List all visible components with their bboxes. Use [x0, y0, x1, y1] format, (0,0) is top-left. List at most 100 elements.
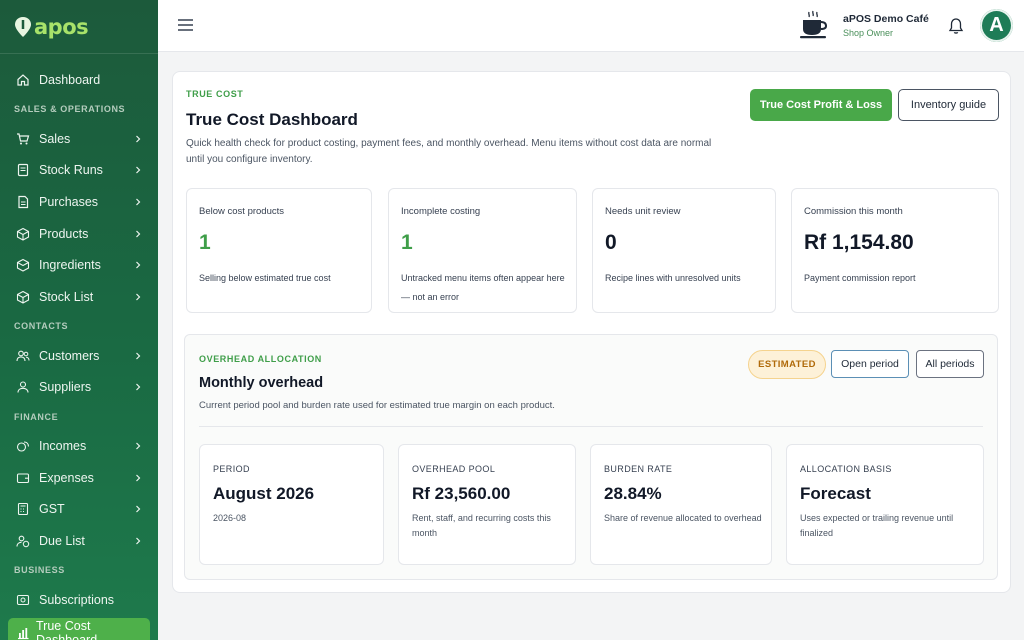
sidebar-item-label: Products [39, 226, 89, 241]
calculator-icon [17, 503, 29, 516]
sidebar-item-subscriptions[interactable]: Subscriptions [0, 584, 158, 616]
sidebar-item-stock-list[interactable]: Stock List [0, 281, 158, 313]
open-period-button[interactable]: Open period [831, 350, 909, 378]
stat-card-incomplete-costing[interactable]: Incomplete costing 1 Untracked menu item… [388, 188, 577, 313]
logo-text: apos [34, 14, 89, 39]
section-sales-operations: SALES & OPERATIONS [14, 104, 126, 115]
sidebar-item-label: Customers [39, 348, 100, 363]
section-finance: FINANCE [14, 411, 59, 422]
stat-card-commission[interactable]: Commission this month Rf 1,154.80 Paymen… [791, 188, 999, 313]
stat-label: Needs unit review [605, 206, 681, 217]
stat-note: Untracked menu items often appear here —… [401, 273, 565, 302]
chevron-right-icon [136, 135, 141, 142]
receipt-icon [17, 164, 29, 177]
bar-chart-icon [18, 627, 29, 639]
sidebar-item-products[interactable]: Products [0, 218, 158, 250]
sidebar-item-customers[interactable]: Customers [0, 340, 158, 372]
sidebar-item-dashboard[interactable]: Dashboard [0, 64, 158, 96]
sidebar-item-label: GST [39, 502, 65, 517]
overhead-card-note: Uses expected or trailing revenue until … [800, 513, 954, 538]
sidebar-item-label: Subscriptions [39, 592, 115, 607]
overhead-card-burden-rate: BURDEN RATE 28.84% Share of revenue allo… [590, 444, 772, 565]
overhead-card-note: Rent, staff, and recurring costs this mo… [412, 513, 551, 538]
sidebar-item-ingredients[interactable]: Ingredients [0, 249, 158, 281]
user-clock-icon [16, 535, 30, 548]
overhead-card-note: Share of revenue allocated to overhead [604, 513, 762, 523]
refresh-icon [16, 594, 30, 605]
all-periods-button[interactable]: All periods [916, 350, 984, 378]
bell-icon[interactable] [948, 17, 964, 35]
sidebar-item-label: True Cost Dashboard [36, 618, 98, 640]
inventory-guide-button[interactable]: Inventory guide [898, 89, 999, 121]
sidebar-nav: Dashboard SALES & OPERATIONS Sales Stock… [0, 54, 158, 640]
page-eyebrow: TRUE COST [186, 89, 244, 99]
wallet-icon [16, 473, 30, 483]
coins-icon [16, 441, 30, 452]
overhead-card-note: 2026-08 [213, 513, 247, 523]
sidebar-item-label: Stock List [39, 289, 94, 304]
shop-name[interactable]: aPOS Demo Café [843, 13, 929, 25]
stat-note: Recipe lines with unresolved units [605, 273, 741, 283]
overhead-eyebrow: OVERHEAD ALLOCATION [199, 354, 322, 364]
chevron-right-icon [136, 352, 141, 360]
logo[interactable]: apos [0, 0, 158, 54]
overhead-card-label: BURDEN RATE [604, 464, 673, 474]
chevron-right-icon [136, 383, 141, 391]
sidebar-item-suppliers[interactable]: Suppliers [0, 372, 158, 404]
stat-card-unit-review[interactable]: Needs unit review 0 Recipe lines with un… [592, 188, 776, 313]
stat-value: Rf 1,154.80 [804, 231, 914, 254]
sidebar-item-label: Suppliers [39, 380, 92, 395]
chevron-right-icon [136, 230, 141, 238]
avatar[interactable]: A [980, 9, 1013, 42]
true-cost-pl-button[interactable]: True Cost Profit & Loss [750, 89, 892, 121]
stat-label: Commission this month [804, 206, 903, 217]
overhead-card-allocation-basis: ALLOCATION BASIS Forecast Uses expected … [786, 444, 984, 565]
overhead-card-label: OVERHEAD POOL [412, 464, 496, 474]
sidebar-item-sales[interactable]: Sales [0, 123, 158, 155]
sidebar-item-gst[interactable]: GST [0, 494, 158, 526]
stat-value: 0 [605, 231, 617, 254]
overhead-card-label: ALLOCATION BASIS [800, 464, 892, 474]
cube-icon [16, 290, 30, 304]
page-description: Quick health check for product costing, … [186, 138, 712, 165]
divider [199, 426, 983, 427]
sidebar-item-label: Expenses [39, 470, 94, 485]
box-icon [16, 227, 30, 241]
layers-icon [16, 259, 30, 272]
home-icon [17, 74, 29, 86]
chevron-right-icon [136, 261, 141, 269]
users-icon [16, 350, 30, 361]
cart-icon [17, 132, 30, 145]
sidebar-item-incomes[interactable]: Incomes [0, 430, 158, 462]
sidebar-item-true-cost-dashboard[interactable]: True Cost Dashboard [8, 617, 150, 640]
chevron-right-icon [136, 293, 141, 301]
overhead-card-pool: OVERHEAD POOL Rf 23,560.00 Rent, staff, … [398, 444, 576, 565]
true-cost-card: TRUE COST True Cost Dashboard Quick heal… [172, 71, 1011, 593]
overhead-card-period: PERIOD August 2026 2026-08 [199, 444, 384, 565]
chevron-right-icon [136, 474, 141, 482]
overhead-card-value: Rf 23,560.00 [412, 484, 511, 503]
status-badge: ESTIMATED [748, 350, 826, 379]
overhead-card-value: 28.84% [604, 484, 662, 503]
overhead-description: Current period pool and burden rate used… [199, 400, 555, 411]
stat-value: 1 [401, 231, 413, 254]
sidebar-item-expenses[interactable]: Expenses [0, 462, 158, 494]
hamburger-menu-icon[interactable] [178, 18, 193, 32]
section-business: BUSINESS [14, 565, 65, 576]
chevron-right-icon [136, 166, 141, 174]
overhead-title: Monthly overhead [199, 375, 324, 391]
sidebar-item-label: Incomes [39, 439, 87, 454]
overhead-card-value: August 2026 [213, 484, 315, 503]
sidebar-item-purchases[interactable]: Purchases [0, 186, 158, 218]
sidebar-item-label: Sales [39, 131, 71, 146]
shop-role: Shop Owner [843, 28, 894, 38]
stat-label: Below cost products [199, 206, 285, 217]
sidebar-item-due-list[interactable]: Due List [0, 525, 158, 557]
stat-card-below-cost[interactable]: Below cost products 1 Selling below esti… [186, 188, 372, 313]
stat-value: 1 [199, 231, 211, 254]
sidebar-item-label: Due List [39, 534, 85, 549]
sidebar-item-stock-runs[interactable]: Stock Runs [0, 154, 158, 186]
chevron-right-icon [136, 505, 141, 513]
logo-pin-icon [15, 16, 31, 37]
stat-label: Incomplete costing [401, 206, 481, 217]
